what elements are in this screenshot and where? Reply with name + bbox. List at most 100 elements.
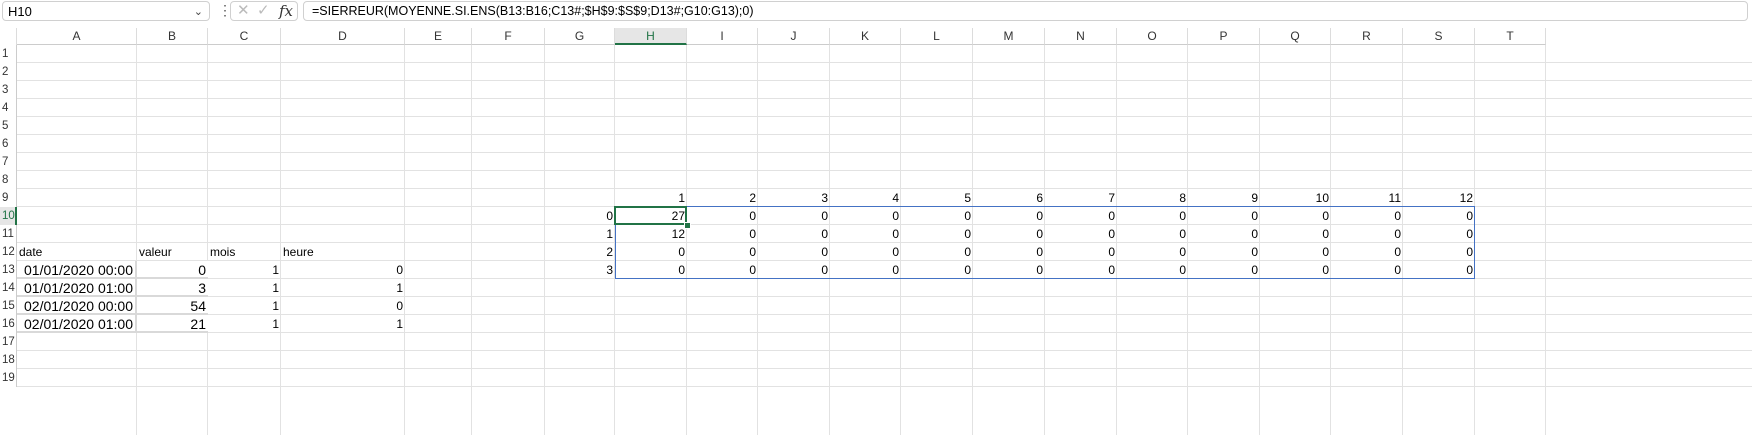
hour-label[interactable]: 3 — [545, 261, 615, 279]
mois-cell[interactable]: 1 — [208, 261, 281, 279]
month-header[interactable]: 4 — [830, 189, 901, 207]
row-gridline — [17, 62, 1752, 63]
column-header-O[interactable]: O — [1117, 28, 1188, 45]
column-gridline — [1545, 45, 1546, 435]
hour-label[interactable]: 1 — [545, 225, 615, 243]
valeur-cell[interactable]: 3 — [137, 279, 208, 297]
mois-cell[interactable]: 1 — [208, 297, 281, 315]
row-header-4[interactable]: 4 — [0, 99, 17, 117]
date-cell[interactable]: 01/01/2020 00:00 — [17, 261, 137, 279]
column-gridline — [471, 45, 472, 435]
column-header-D[interactable]: D — [281, 28, 405, 45]
spill-range-border — [615, 206, 1475, 279]
row-header-1[interactable]: 1 — [0, 45, 17, 63]
name-box-value: H10 — [8, 4, 32, 19]
month-header[interactable]: 6 — [973, 189, 1045, 207]
column-gridline — [136, 45, 137, 435]
column-header-C[interactable]: C — [208, 28, 281, 45]
mois-cell[interactable]: 1 — [208, 279, 281, 297]
row-gridline — [17, 350, 1752, 351]
row-header-11[interactable]: 11 — [0, 225, 17, 243]
column-header-L[interactable]: L — [901, 28, 973, 45]
column-header-G[interactable]: G — [545, 28, 615, 45]
enter-icon[interactable]: ✓ — [257, 2, 270, 20]
date-cell[interactable]: 01/01/2020 01:00 — [17, 279, 137, 297]
column-gridline — [404, 45, 405, 435]
row-header-17[interactable]: 17 — [0, 333, 17, 351]
row-header-3[interactable]: 3 — [0, 81, 17, 99]
fill-handle[interactable] — [684, 222, 691, 229]
row-header-8[interactable]: 8 — [0, 171, 17, 189]
month-header[interactable]: 2 — [687, 189, 758, 207]
row-header-15[interactable]: 15 — [0, 297, 17, 315]
heure-cell[interactable]: 0 — [281, 297, 405, 315]
date-cell[interactable]: 02/01/2020 00:00 — [17, 297, 137, 315]
month-header[interactable]: 11 — [1331, 189, 1403, 207]
month-header[interactable]: 12 — [1403, 189, 1475, 207]
month-header[interactable]: 7 — [1045, 189, 1117, 207]
active-cell-border[interactable] — [614, 206, 687, 225]
column-header-E[interactable]: E — [405, 28, 472, 45]
formula-input[interactable]: =SIERREUR(MOYENNE.SI.ENS(B13:B16;C13#;$H… — [303, 1, 1748, 21]
row-header-14[interactable]: 14 — [0, 279, 17, 297]
hour-label[interactable]: 2 — [545, 243, 615, 261]
row-header-10[interactable]: 10 — [0, 207, 17, 225]
column-header-F[interactable]: F — [472, 28, 545, 45]
column-header-R[interactable]: R — [1331, 28, 1403, 45]
row-header-2[interactable]: 2 — [0, 63, 17, 81]
row-header-5[interactable]: 5 — [0, 117, 17, 135]
header-date[interactable]: date — [17, 243, 137, 261]
valeur-cell[interactable]: 54 — [137, 297, 208, 315]
column-header-N[interactable]: N — [1045, 28, 1117, 45]
formula-buttons: ✕ ✓ fx — [230, 1, 298, 21]
heure-cell[interactable]: 1 — [281, 279, 405, 297]
month-header[interactable]: 8 — [1117, 189, 1188, 207]
column-header-I[interactable]: I — [687, 28, 758, 45]
spreadsheet-grid[interactable]: A B C D E F G H I J K L M N O P Q R S T 1 2 3 4 5 6 7 8 9 10 11 12 13 14 1… — [0, 28, 1752, 435]
column-header-B[interactable]: B — [137, 28, 208, 45]
month-header[interactable]: 9 — [1188, 189, 1260, 207]
row-header-16[interactable]: 16 — [0, 315, 17, 333]
mois-cell[interactable]: 1 — [208, 315, 281, 333]
row-gridline — [17, 368, 1752, 369]
column-header-Q[interactable]: Q — [1260, 28, 1331, 45]
name-box[interactable]: H10 ⌄ — [2, 1, 210, 21]
heure-cell[interactable]: 1 — [281, 315, 405, 333]
row-header-9[interactable]: 9 — [0, 189, 17, 207]
column-header-M[interactable]: M — [973, 28, 1045, 45]
row-header-12[interactable]: 12 — [0, 243, 17, 261]
column-header-J[interactable]: J — [758, 28, 830, 45]
header-heure[interactable]: heure — [281, 243, 405, 261]
month-header[interactable]: 3 — [758, 189, 830, 207]
insert-function-icon[interactable]: fx — [279, 2, 293, 20]
column-header-K[interactable]: K — [830, 28, 901, 45]
row-header-7[interactable]: 7 — [0, 153, 17, 171]
row-gridline — [17, 170, 1752, 171]
cancel-icon[interactable]: ✕ — [237, 2, 250, 20]
month-header[interactable]: 10 — [1260, 189, 1331, 207]
row-header-19[interactable]: 19 — [0, 369, 17, 387]
valeur-cell[interactable]: 21 — [137, 315, 208, 333]
heure-cell[interactable]: 0 — [281, 261, 405, 279]
header-valeur[interactable]: valeur — [137, 243, 208, 261]
header-mois[interactable]: mois — [208, 243, 281, 261]
row-header-18[interactable]: 18 — [0, 351, 17, 369]
row-gridline — [17, 152, 1752, 153]
row-header-13[interactable]: 13 — [0, 261, 17, 279]
month-header[interactable]: 5 — [901, 189, 973, 207]
hour-label[interactable]: 0 — [545, 207, 615, 225]
column-header-P[interactable]: P — [1188, 28, 1260, 45]
row-header-6[interactable]: 6 — [0, 135, 17, 153]
column-header-A[interactable]: A — [17, 28, 137, 45]
column-header-H[interactable]: H — [615, 28, 687, 45]
column-header-T[interactable]: T — [1475, 28, 1546, 45]
date-cell[interactable]: 02/01/2020 01:00 — [17, 315, 137, 333]
row-gridline — [17, 80, 1752, 81]
row-gridline — [17, 386, 1752, 387]
chevron-down-icon[interactable]: ⌄ — [194, 2, 203, 22]
column-header-S[interactable]: S — [1403, 28, 1475, 45]
month-header[interactable]: 1 — [615, 189, 687, 207]
row-gridline — [17, 134, 1752, 135]
select-all-corner[interactable] — [0, 28, 17, 45]
valeur-cell[interactable]: 0 — [137, 261, 208, 279]
